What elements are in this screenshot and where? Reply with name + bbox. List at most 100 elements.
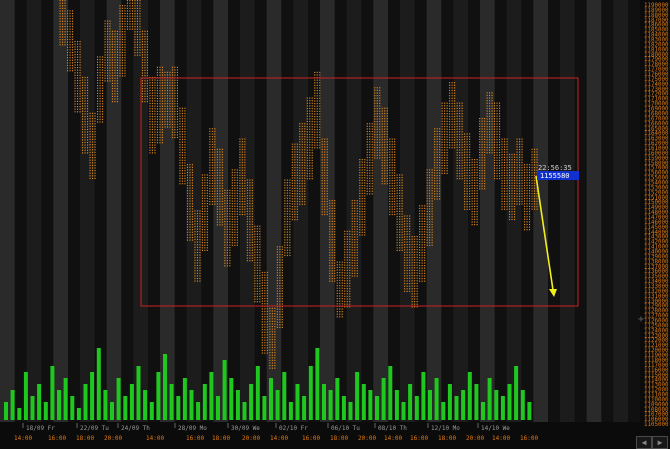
price-dot bbox=[161, 84, 163, 87]
price-dot bbox=[74, 43, 76, 45]
price-dot bbox=[169, 105, 171, 107]
price-dot bbox=[454, 126, 456, 128]
price-dot bbox=[324, 146, 326, 148]
price-dot bbox=[199, 262, 201, 264]
price-dot bbox=[319, 126, 321, 128]
price-dot bbox=[62, 31, 64, 33]
price-dot bbox=[107, 75, 109, 77]
price-dot bbox=[341, 303, 343, 305]
price-dot bbox=[74, 54, 76, 56]
price-dot bbox=[471, 166, 473, 168]
price-dot bbox=[326, 187, 328, 190]
volume-bar bbox=[143, 390, 148, 420]
price-dot bbox=[356, 246, 358, 248]
price-dot bbox=[469, 146, 471, 148]
price-dot bbox=[396, 177, 398, 179]
price-dot bbox=[219, 167, 221, 169]
price-dot bbox=[274, 346, 276, 348]
price-dot bbox=[174, 92, 176, 94]
price-dot bbox=[261, 308, 263, 310]
price-dot bbox=[216, 151, 218, 153]
price-dot bbox=[99, 111, 101, 113]
price-dot bbox=[79, 54, 81, 56]
price-dot bbox=[224, 226, 226, 228]
price-dot bbox=[379, 105, 381, 107]
price-dot bbox=[291, 193, 293, 195]
price-dot bbox=[454, 144, 456, 146]
price-dot bbox=[351, 220, 353, 222]
price-dot bbox=[344, 254, 346, 256]
price-dot bbox=[351, 241, 353, 243]
price-dot bbox=[446, 172, 448, 174]
price-dot bbox=[451, 147, 453, 149]
price-dot bbox=[156, 118, 158, 120]
price-dot bbox=[104, 59, 106, 61]
price-dot bbox=[339, 261, 341, 263]
volume-bar bbox=[335, 378, 340, 420]
price-dot bbox=[69, 10, 71, 12]
price-dot bbox=[141, 59, 143, 61]
price-dot bbox=[429, 229, 431, 231]
price-dot bbox=[154, 95, 156, 97]
price-dot bbox=[279, 311, 281, 313]
price-dot bbox=[154, 134, 156, 136]
price-dot bbox=[294, 180, 296, 182]
price-dot bbox=[219, 195, 221, 197]
price-dot bbox=[226, 249, 228, 251]
price-dot bbox=[369, 164, 371, 166]
price-dot bbox=[201, 190, 203, 192]
price-dot bbox=[329, 200, 331, 202]
price-dot bbox=[429, 205, 431, 207]
price-dot bbox=[196, 257, 198, 259]
price-dot bbox=[311, 107, 313, 110]
price-dot bbox=[379, 100, 381, 102]
price-dot bbox=[82, 136, 84, 138]
price-dot bbox=[221, 224, 223, 226]
price-dot bbox=[401, 213, 403, 215]
price-dot bbox=[361, 159, 363, 161]
price-dot bbox=[296, 193, 298, 195]
price-dot bbox=[371, 169, 373, 172]
price-dot bbox=[369, 159, 371, 161]
price-dot bbox=[111, 41, 113, 43]
price-dot bbox=[454, 136, 456, 138]
price-dot bbox=[234, 208, 236, 210]
price-dot bbox=[89, 162, 91, 164]
price-dot bbox=[224, 215, 226, 217]
price-dot bbox=[291, 148, 293, 150]
price-dot bbox=[151, 95, 153, 97]
price-dot bbox=[229, 244, 231, 246]
price-dot bbox=[454, 84, 456, 86]
price-dot bbox=[389, 167, 391, 169]
price-dot bbox=[406, 223, 408, 225]
price-dot bbox=[92, 141, 94, 143]
price-dot bbox=[489, 120, 491, 123]
price-dot bbox=[111, 64, 113, 66]
price-dot bbox=[179, 159, 181, 161]
price-dot bbox=[271, 346, 273, 348]
price-dot bbox=[124, 64, 126, 67]
price-dot bbox=[224, 249, 226, 251]
price-dot bbox=[374, 123, 376, 125]
price-chart[interactable]: 22:56:35 1155580 11900001189000118800011… bbox=[0, 0, 670, 444]
price-dot bbox=[159, 136, 161, 139]
price-dot bbox=[301, 159, 303, 161]
price-dot bbox=[394, 159, 396, 161]
price-dot bbox=[174, 136, 176, 139]
price-dot bbox=[421, 267, 423, 269]
price-dot bbox=[139, 10, 141, 12]
price-dot bbox=[97, 121, 99, 123]
price-dot bbox=[87, 113, 89, 115]
price-dot bbox=[184, 118, 186, 120]
price-dot bbox=[154, 105, 156, 107]
price-dot bbox=[236, 242, 238, 244]
price-dot bbox=[176, 66, 178, 68]
price-dot bbox=[104, 77, 106, 79]
price-dot bbox=[179, 177, 181, 180]
price-dot bbox=[284, 252, 286, 254]
price-dot bbox=[341, 266, 343, 268]
price-dot bbox=[424, 228, 426, 230]
price-dot bbox=[369, 138, 371, 140]
price-dot bbox=[406, 259, 408, 261]
price-dot bbox=[149, 105, 151, 107]
